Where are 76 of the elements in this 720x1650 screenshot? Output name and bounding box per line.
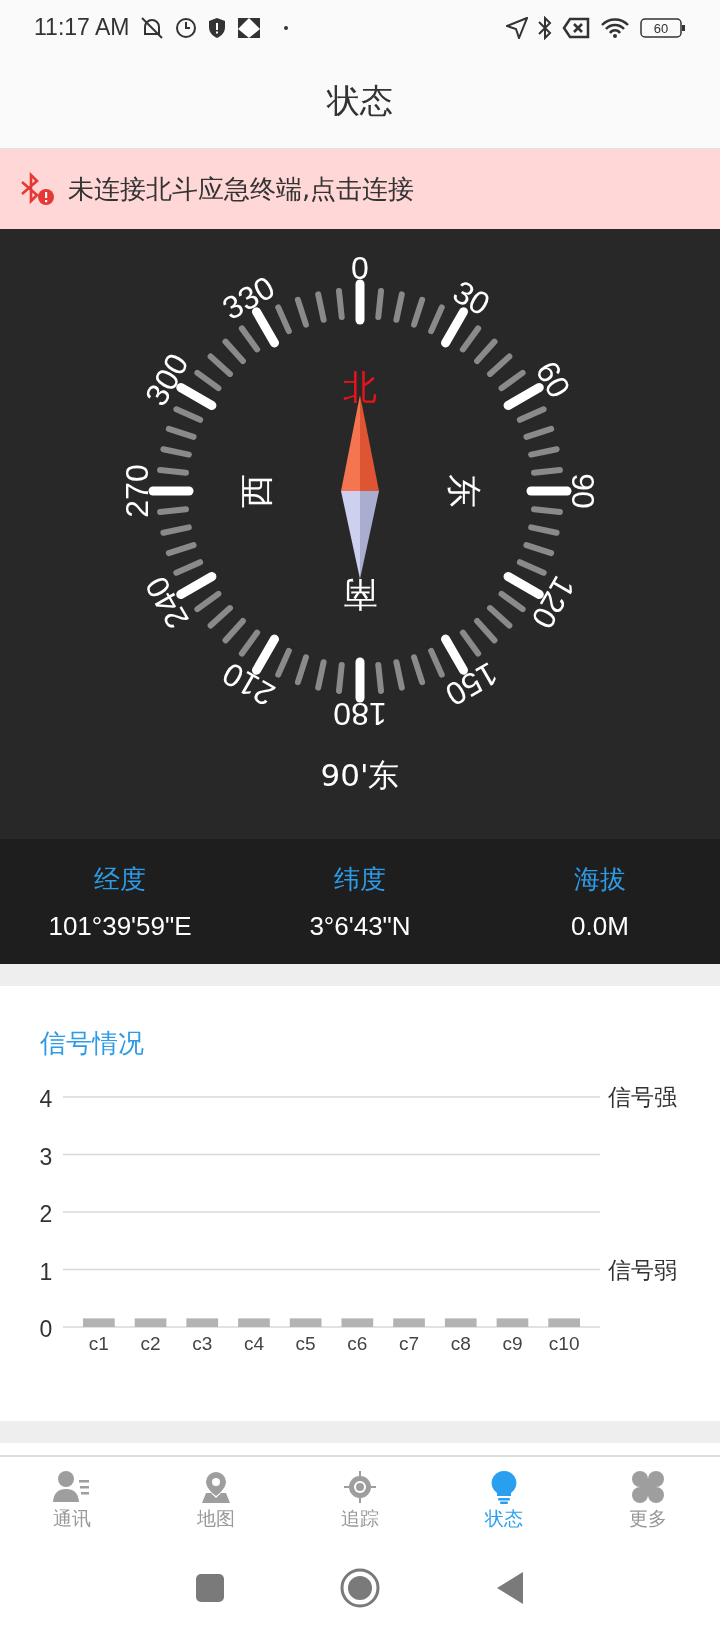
home-icon[interactable] [340,1567,380,1608]
dial-label: 300 [137,347,196,412]
coordinate-value: 3°6'43"N [309,910,411,942]
x-tick-label: c7 [399,1333,420,1354]
coordinate-label: 纬度 [334,862,386,896]
heading-text: 90'东 [320,756,400,795]
tab-bar-item[interactable]: 更多 [576,1457,720,1545]
x-tick-label: c4 [243,1333,264,1354]
coordinate-label: 海拔 [574,862,626,896]
signal-bar [548,1318,580,1327]
direction-label: 东 [444,474,484,508]
dial-label: 330 [216,268,281,327]
four-petal-icon [631,1470,665,1504]
location-arrow-icon [506,16,528,39]
y-tick-label: 4 [39,1086,53,1112]
dial-label: 60 [528,355,578,404]
dial-label: 180 [333,696,387,732]
dial-label: 150 [439,655,504,714]
dial-label: 240 [137,570,196,635]
dial-label: 210 [216,655,281,714]
dot-icon [283,24,290,31]
dial-label: 90 [565,473,601,509]
tab-bar-item[interactable]: 状态 [432,1457,576,1545]
coordinate-label: 经度 [94,862,146,896]
crosshair-icon [343,1470,377,1504]
map-pin-icon [199,1470,233,1504]
tab-bar-item[interactable]: 地图 [144,1457,288,1545]
bluetooth-icon [538,15,552,40]
signal-bar [83,1318,115,1327]
y-tick-label: 2 [39,1201,53,1227]
x-tick-label: c6 [347,1333,368,1354]
direction-label: 北 [343,367,377,407]
y-tick-label: 1 [39,1258,53,1285]
back-icon[interactable] [496,1570,524,1605]
signal-bar [186,1318,219,1327]
coordinate-value: 0.0M [571,910,629,942]
signal-bar [134,1318,167,1327]
recents-icon[interactable] [196,1573,224,1602]
clock-icon [175,16,198,39]
signal-bar [341,1318,374,1327]
y-tick-label: 0 [39,1316,53,1342]
lightbulb-icon [490,1470,518,1504]
tab-bar-item[interactable]: 追踪 [288,1457,432,1545]
connect-banner[interactable]: 未连接北斗应急终端,点击连接 [0,149,720,229]
x-tick-label: c9 [502,1333,523,1354]
x-tick-label: c1 [88,1333,109,1354]
bluetooth-error-icon [20,172,56,206]
signal-bar [238,1318,270,1327]
shield-icon [207,16,228,39]
banner-text: 未连接北斗应急终端,点击连接 [68,172,415,206]
x-tick-label: c10 [548,1333,580,1354]
sim-error-icon [562,16,590,39]
signal-level-label: 信号强 [608,1084,677,1110]
signal-level-label: 信号弱 [608,1256,677,1283]
dial-label: 120 [524,570,583,635]
dial-label: 270 [119,464,155,518]
direction-label: 南 [343,575,377,615]
tab-bar-item[interactable]: 通讯 [0,1457,144,1545]
x-tick-label: c3 [192,1333,213,1354]
section-title: 信号情况 [40,1027,145,1060]
coordinate-value: 101°39'59"E [48,910,192,942]
signal-bar [444,1318,477,1327]
status-time: 11:17 AM [34,14,130,41]
dial-label: 0 [351,250,369,286]
signal-bar [289,1318,322,1327]
wifi-icon [600,16,630,39]
page-title: 状态 [327,80,393,122]
x-tick-label: c2 [140,1333,161,1354]
contact-icon [52,1470,92,1504]
signal-bar [393,1318,425,1327]
x-tick-label: c5 [295,1333,316,1354]
direction-label: 西 [236,474,276,508]
y-tick-label: 3 [39,1143,53,1170]
x-tick-label: c8 [450,1333,471,1354]
signal-bar [496,1318,529,1327]
dial-label: 30 [447,273,496,323]
